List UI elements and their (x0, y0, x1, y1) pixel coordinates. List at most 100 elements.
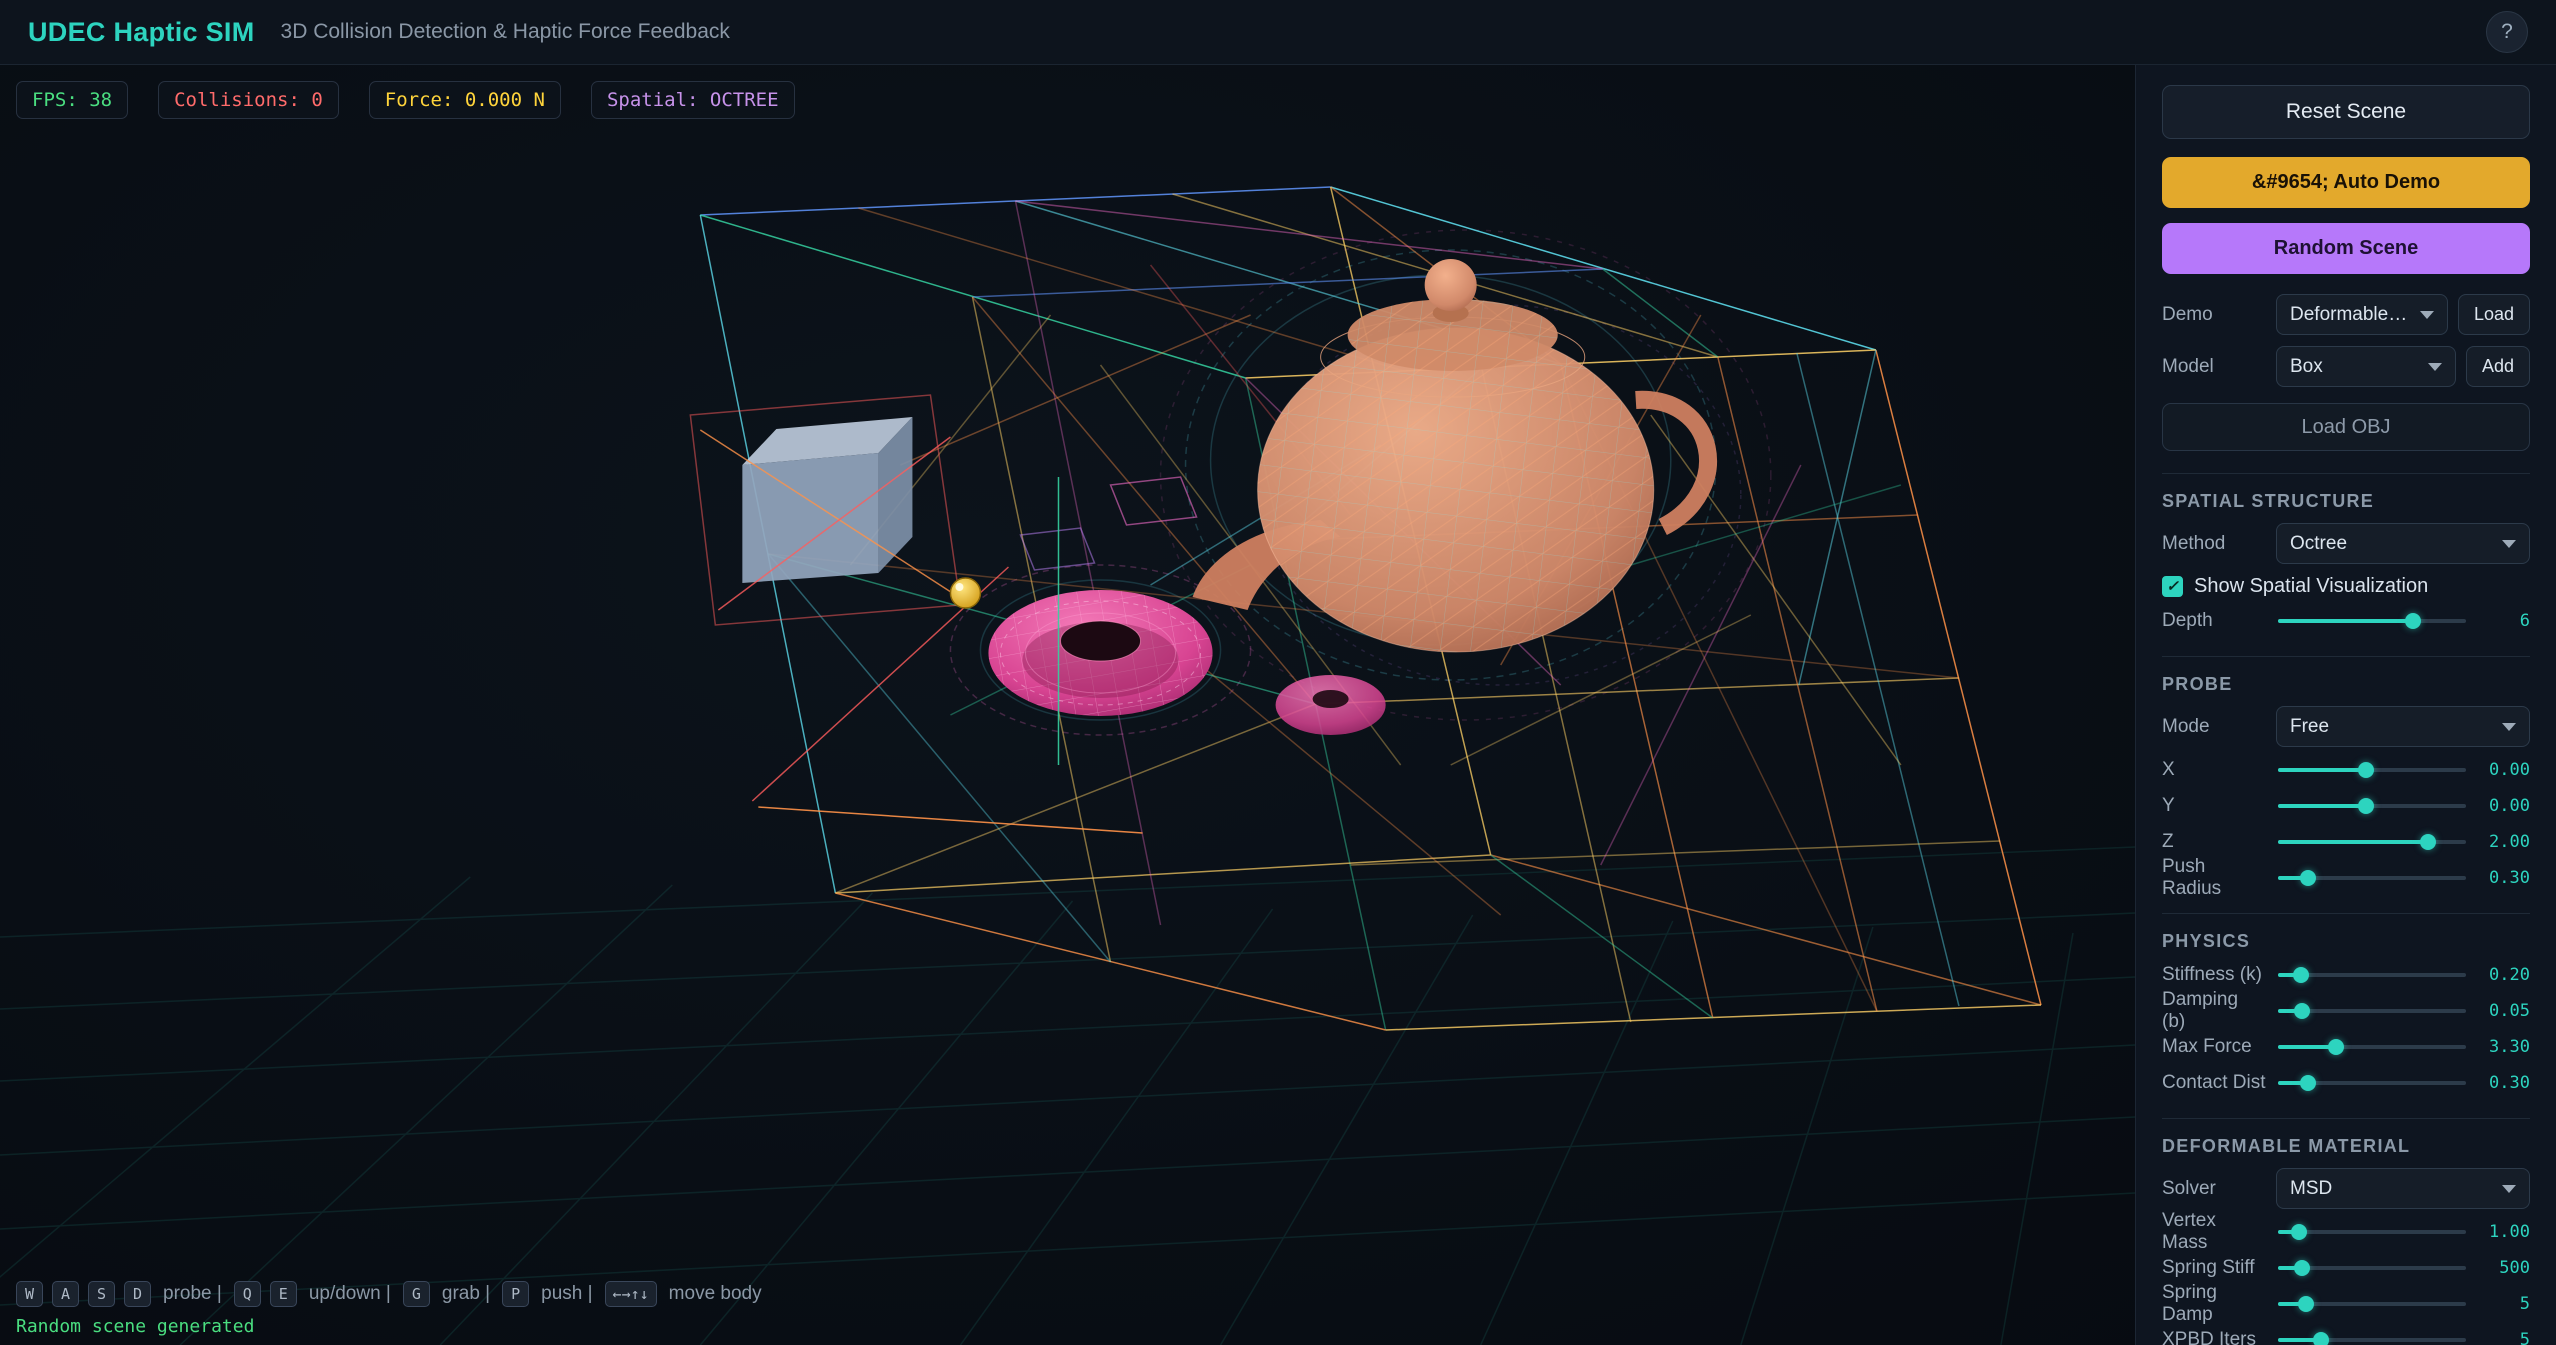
hint-text: move body (669, 1283, 762, 1305)
spring-damp-slider[interactable] (2278, 1302, 2466, 1306)
slider-label: Stiffness (k) (2162, 964, 2266, 986)
slider-label: Max Force (2162, 1036, 2266, 1058)
force-badge: Force: 0.000 N (369, 81, 561, 119)
spatial-badge: Spatial: OCTREE (591, 81, 795, 119)
control-panel: Reset Scene &#9654; Auto Demo Random Sce… (2135, 65, 2556, 1345)
probe-z-slider[interactable] (2278, 840, 2466, 844)
app-header: UDEC Haptic SIM 3D Collision Detection &… (0, 0, 2556, 65)
random-scene-button[interactable]: Random Scene (2162, 223, 2530, 274)
add-model-button[interactable]: Add (2466, 346, 2530, 387)
keycap: A (52, 1281, 79, 1307)
xpbd-iters-slider[interactable] (2278, 1338, 2466, 1342)
mode-select[interactable]: Free (2276, 706, 2530, 747)
hint-text: grab | (442, 1283, 490, 1305)
slider-value: 500 (2478, 1258, 2530, 1278)
keycap: E (270, 1281, 297, 1307)
chevron-down-icon (2428, 363, 2442, 371)
check-icon: ✓ (2166, 579, 2179, 594)
keyboard-hints: W A S D probe | Q E up/down | G grab | P… (16, 1281, 765, 1307)
hint-text: push | (541, 1283, 592, 1305)
slider-value: 0.00 (2478, 760, 2530, 780)
slider-label: Spring Stiff (2162, 1257, 2266, 1279)
slider-label: Spring Damp (2162, 1282, 2266, 1326)
stiffness-slider[interactable] (2278, 973, 2466, 977)
demo-select-value: Deformable Collisions (2290, 304, 2412, 326)
checkbox-label: Show Spatial Visualization (2194, 575, 2428, 598)
depth-slider[interactable] (2278, 619, 2466, 623)
mode-select-value: Free (2290, 716, 2329, 738)
slider-label: Z (2162, 831, 2266, 853)
slider-value: 2.00 (2478, 832, 2530, 852)
slider-label: Vertex Mass (2162, 1210, 2266, 1254)
section-title-physics: PHYSICS (2162, 931, 2530, 952)
slider-label: Contact Dist (2162, 1072, 2266, 1094)
hint-text: up/down | (309, 1283, 391, 1305)
slider-value: 0.30 (2478, 1073, 2530, 1093)
load-obj-button[interactable]: Load OBJ (2162, 403, 2530, 451)
solver-label: Solver (2162, 1178, 2266, 1200)
section-title-material: DEFORMABLE MATERIAL (2162, 1136, 2530, 1157)
app-title: UDEC Haptic SIM (28, 17, 255, 48)
reset-scene-button[interactable]: Reset Scene (2162, 85, 2530, 139)
section-title-spatial: SPATIAL STRUCTURE (2162, 491, 2530, 512)
method-select-value: Octree (2290, 533, 2347, 555)
app-subtitle: 3D Collision Detection & Haptic Force Fe… (281, 20, 730, 44)
slider-value: 0.20 (2478, 965, 2530, 985)
depth-label: Depth (2162, 610, 2266, 632)
slider-label: X (2162, 759, 2266, 781)
vertex-mass-slider[interactable] (2278, 1230, 2466, 1234)
demo-select[interactable]: Deformable Collisions (2276, 294, 2448, 335)
keycap-arrows: ←→↑↓ (605, 1281, 657, 1307)
chevron-down-icon (2502, 1185, 2516, 1193)
slider-value: 0.00 (2478, 796, 2530, 816)
slider-label: Y (2162, 795, 2266, 817)
model-select[interactable]: Box (2276, 346, 2456, 387)
slider-label: Push Radius (2162, 856, 2266, 900)
chevron-down-icon (2502, 723, 2516, 731)
spring-stiff-slider[interactable] (2278, 1266, 2466, 1270)
chevron-down-icon (2502, 540, 2516, 548)
slider-value: 5 (2478, 1294, 2530, 1314)
hud-overlay: FPS: 38 Collisions: 0 Force: 0.000 N Spa… (16, 81, 795, 119)
help-button[interactable]: ? (2486, 11, 2528, 53)
max-force-slider[interactable] (2278, 1045, 2466, 1049)
solver-select[interactable]: MSD (2276, 1168, 2530, 1209)
model-label: Model (2162, 356, 2266, 378)
chevron-down-icon (2420, 311, 2434, 319)
keycap: D (124, 1281, 151, 1307)
push-radius-slider[interactable] (2278, 876, 2466, 880)
auto-demo-button[interactable]: &#9654; Auto Demo (2162, 157, 2530, 208)
solver-select-value: MSD (2290, 1178, 2332, 1200)
mode-label: Mode (2162, 716, 2266, 738)
scene-canvas (0, 65, 2135, 1345)
status-message: Random scene generated (16, 1316, 254, 1337)
fps-badge: FPS: 38 (16, 81, 128, 119)
slider-label: XPBD Iters (2162, 1329, 2266, 1345)
slider-value: 5 (2478, 1330, 2530, 1345)
depth-value: 6 (2478, 611, 2530, 631)
section-title-probe: PROBE (2162, 674, 2530, 695)
keycap: S (88, 1281, 115, 1307)
slider-label: Damping (b) (2162, 989, 2266, 1033)
keycap: P (502, 1281, 529, 1307)
checkbox[interactable]: ✓ (2162, 576, 2183, 597)
method-select[interactable]: Octree (2276, 523, 2530, 564)
collisions-badge: Collisions: 0 (158, 81, 339, 119)
contact-dist-slider[interactable] (2278, 1081, 2466, 1085)
probe-sphere (950, 578, 980, 608)
probe-y-slider[interactable] (2278, 804, 2466, 808)
viewport-3d[interactable]: FPS: 38 Collisions: 0 Force: 0.000 N Spa… (0, 65, 2135, 1345)
method-label: Method (2162, 533, 2266, 555)
show-spatial-viz-toggle[interactable]: ✓ Show Spatial Visualization (2162, 575, 2530, 598)
slider-value: 3.30 (2478, 1037, 2530, 1057)
load-demo-button[interactable]: Load (2458, 294, 2530, 335)
slider-value: 0.30 (2478, 868, 2530, 888)
damping-slider[interactable] (2278, 1009, 2466, 1013)
keycap: Q (234, 1281, 261, 1307)
slider-value: 0.05 (2478, 1001, 2530, 1021)
probe-x-slider[interactable] (2278, 768, 2466, 772)
keycap: G (403, 1281, 430, 1307)
keycap: W (16, 1281, 43, 1307)
hint-text: probe | (163, 1283, 222, 1305)
demo-label: Demo (2162, 304, 2266, 326)
